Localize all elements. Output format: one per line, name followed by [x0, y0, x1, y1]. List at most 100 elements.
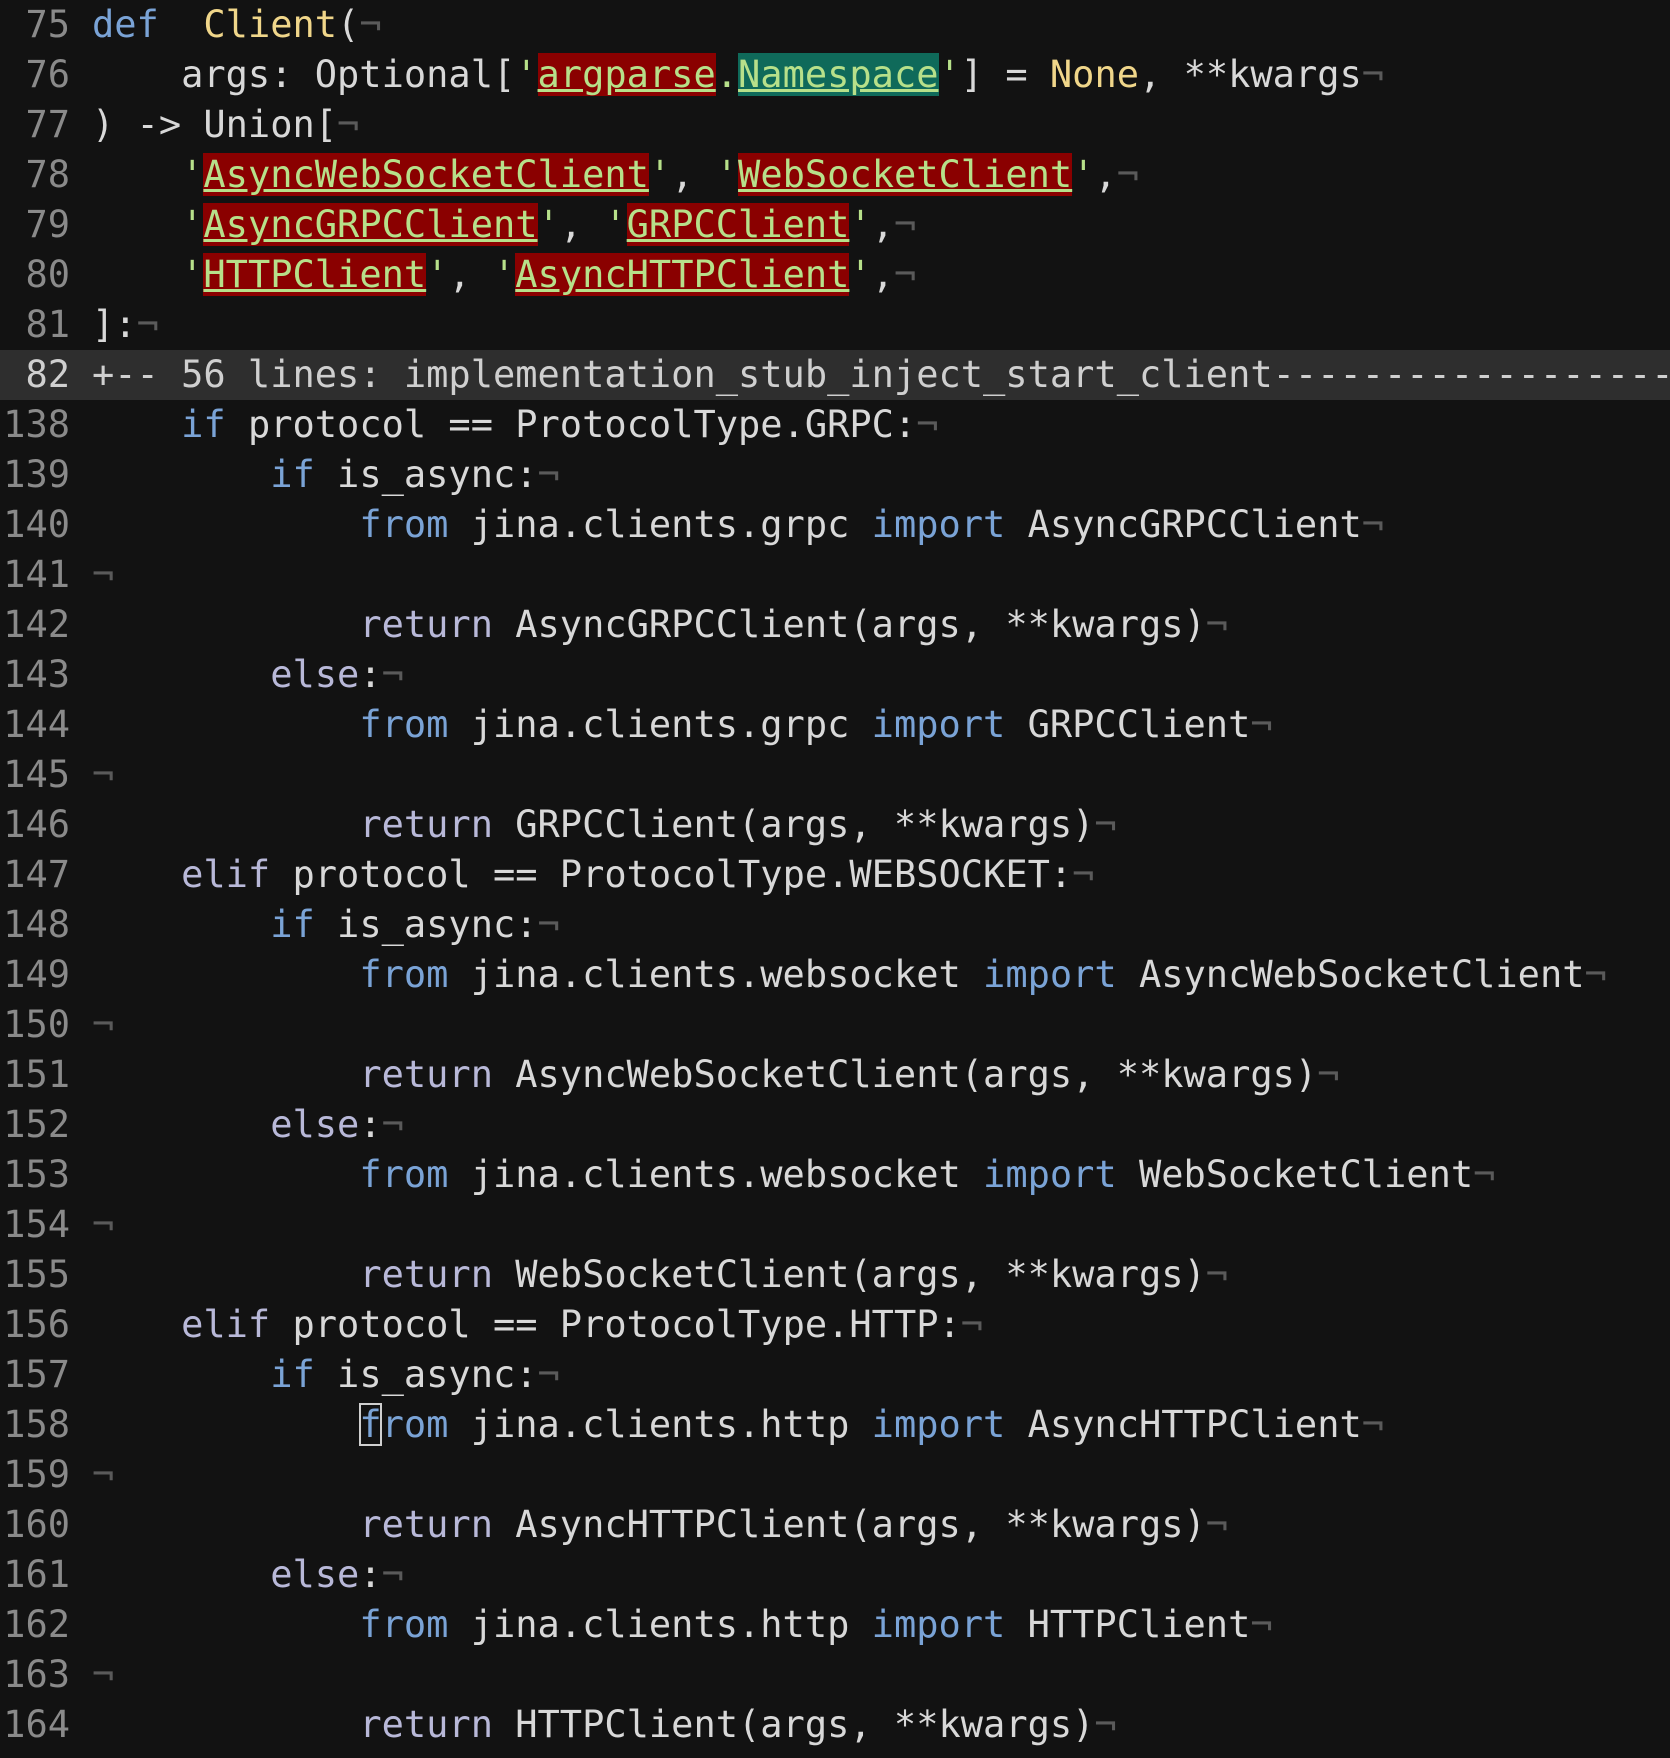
- line-number: 149: [3, 953, 70, 996]
- line-code[interactable]: return AsyncWebSocketClient(args, **kwar…: [92, 1050, 1339, 1100]
- code-line[interactable]: 148 if is_async:¬: [0, 900, 1670, 950]
- code-line[interactable]: 153 from jina.clients.websocket import W…: [0, 1150, 1670, 1200]
- eol-marker: ¬: [337, 103, 360, 146]
- lint-error-token: AsyncWebSocketClient: [203, 153, 649, 196]
- code-token: AsyncHTTPClient(args, **kwargs): [492, 1503, 1206, 1546]
- line-number: 164: [3, 1703, 70, 1746]
- line-code[interactable]: else:¬: [92, 1100, 404, 1150]
- eol-marker: ¬: [893, 203, 917, 246]
- code-line[interactable]: 162 from jina.clients.http import HTTPCl…: [0, 1600, 1670, 1650]
- line-code[interactable]: ¬: [92, 550, 114, 600]
- line-number: 75: [25, 3, 70, 46]
- code-line[interactable]: 160 return AsyncHTTPClient(args, **kwarg…: [0, 1500, 1670, 1550]
- code-token: ] =: [960, 53, 1050, 96]
- lint-error-token: AsyncHTTPClient: [515, 253, 850, 296]
- code-line[interactable]: 76 args: Optional['argparse.Namespace'] …: [0, 50, 1670, 100]
- line-code[interactable]: ]:¬: [92, 300, 159, 350]
- code-line[interactable]: 78 'AsyncWebSocketClient', 'WebSocketCli…: [0, 150, 1670, 200]
- folded-region[interactable]: 82 +-- 56 lines: implementation_stub_inje…: [0, 350, 1670, 400]
- line-number: 139: [3, 453, 70, 496]
- line-code[interactable]: return GRPCClient(args, **kwargs)¬: [92, 800, 1116, 850]
- line-code[interactable]: from jina.clients.grpc import GRPCClient…: [92, 700, 1272, 750]
- code-line[interactable]: 145 ¬: [0, 750, 1670, 800]
- line-code[interactable]: ¬: [92, 750, 114, 800]
- line-code[interactable]: ¬: [92, 1450, 114, 1500]
- line-code[interactable]: elif protocol == ProtocolType.HTTP:¬: [92, 1300, 983, 1350]
- code-line[interactable]: 157 if is_async:¬: [0, 1350, 1670, 1400]
- code-token: if: [270, 1353, 315, 1396]
- line-code[interactable]: args: Optional['argparse.Namespace'] = N…: [92, 50, 1384, 100]
- line-code[interactable]: return WebSocketClient(args, **kwargs)¬: [92, 1250, 1228, 1300]
- line-code[interactable]: if is_async:¬: [92, 900, 560, 950]
- line-code[interactable]: from jina.clients.http import HTTPClient…: [92, 1600, 1272, 1650]
- line-code[interactable]: 'AsyncGRPCClient', 'GRPCClient',¬: [92, 200, 916, 250]
- code-token: .: [715, 53, 739, 96]
- line-code[interactable]: from jina.clients.grpc import AsyncGRPCC…: [92, 500, 1384, 550]
- code-line[interactable]: 150 ¬: [0, 1000, 1670, 1050]
- line-code[interactable]: from jina.clients.http import AsyncHTTPC…: [92, 1400, 1384, 1450]
- line-number: 141: [3, 553, 70, 596]
- code-line[interactable]: 81]:¬: [0, 300, 1670, 350]
- code-line[interactable]: 141 ¬: [0, 550, 1670, 600]
- code-token: HTTPClient(args, **kwargs): [492, 1703, 1095, 1746]
- code-editor[interactable]: 75 def Client(¬ 76 args: Optional['argpars…: [0, 0, 1670, 1758]
- line-code[interactable]: else:¬: [92, 650, 404, 700]
- code-token: else: [270, 653, 360, 696]
- code-line[interactable]: 144 from jina.clients.grpc import GRPCCl…: [0, 700, 1670, 750]
- line-code[interactable]: if is_async:¬: [92, 450, 560, 500]
- code-line[interactable]: 142 return AsyncGRPCClient(args, **kwarg…: [0, 600, 1670, 650]
- line-code[interactable]: 'HTTPClient', 'AsyncHTTPClient',¬: [92, 250, 916, 300]
- line-code[interactable]: elif protocol == ProtocolType.WEBSOCKET:…: [92, 850, 1094, 900]
- line-code[interactable]: from jina.clients.websocket import WebSo…: [92, 1150, 1495, 1200]
- code-line[interactable]: 163 ¬: [0, 1650, 1670, 1700]
- line-code[interactable]: from jina.clients.websocket import Async…: [92, 950, 1606, 1000]
- code-line[interactable]: 155 return WebSocketClient(args, **kwarg…: [0, 1250, 1670, 1300]
- line-code[interactable]: ) -> Union[¬: [92, 100, 359, 150]
- code-line[interactable]: 149 from jina.clients.websocket import A…: [0, 950, 1670, 1000]
- code-line[interactable]: 77) -> Union[¬: [0, 100, 1670, 150]
- line-code[interactable]: ¬: [92, 1200, 114, 1250]
- code-line[interactable]: 151 return AsyncWebSocketClient(args, **…: [0, 1050, 1670, 1100]
- line-code[interactable]: if protocol == ProtocolType.GRPC:¬: [92, 400, 938, 450]
- line-code[interactable]: ¬: [92, 1000, 114, 1050]
- code-line[interactable]: 152 else:¬: [0, 1100, 1670, 1150]
- line-code[interactable]: else:¬: [92, 1550, 404, 1600]
- line-code[interactable]: 'AsyncWebSocketClient', 'WebSocketClient…: [92, 150, 1139, 200]
- code-token: ': [181, 203, 204, 246]
- code-token: ': [849, 203, 872, 246]
- line-code[interactable]: return AsyncHTTPClient(args, **kwargs)¬: [92, 1500, 1228, 1550]
- code-line[interactable]: 138 if protocol == ProtocolType.GRPC:¬: [0, 400, 1670, 450]
- line-code[interactable]: ¬: [92, 1650, 114, 1700]
- line-code[interactable]: if is_async:¬: [92, 1350, 560, 1400]
- code-line[interactable]: 80 'HTTPClient', 'AsyncHTTPClient',¬: [0, 250, 1670, 300]
- code-line[interactable]: 158 from jina.clients.http import AsyncH…: [0, 1400, 1670, 1450]
- code-line[interactable]: 161 else:¬: [0, 1550, 1670, 1600]
- code-line[interactable]: 139 if is_async:¬: [0, 450, 1670, 500]
- eol-marker: ¬: [92, 1453, 115, 1496]
- code-line[interactable]: 154 ¬: [0, 1200, 1670, 1250]
- line-code[interactable]: return AsyncGRPCClient(args, **kwargs)¬: [92, 600, 1228, 650]
- code-line[interactable]: 143 else:¬: [0, 650, 1670, 700]
- line-number: 140: [3, 503, 70, 546]
- code-token: ': [1072, 153, 1095, 196]
- line-number: 78: [25, 153, 70, 196]
- code-line[interactable]: 75 def Client(¬: [0, 0, 1670, 50]
- code-line[interactable]: 159 ¬: [0, 1450, 1670, 1500]
- code-token: ': [181, 253, 204, 296]
- code-token: import: [983, 1153, 1117, 1196]
- line-code[interactable]: def Client(¬: [92, 0, 382, 50]
- code-line[interactable]: 140 from jina.clients.grpc import AsyncG…: [0, 500, 1670, 550]
- code-line[interactable]: 79 'AsyncGRPCClient', 'GRPCClient',¬: [0, 200, 1670, 250]
- lint-error-token: GRPCClient: [626, 203, 850, 246]
- line-code[interactable]: +-- 56 lines: implementation_stub_inject…: [92, 350, 1670, 400]
- line-code[interactable]: return HTTPClient(args, **kwargs)¬: [92, 1700, 1116, 1750]
- code-line[interactable]: 164 return HTTPClient(args, **kwargs)¬: [0, 1700, 1670, 1750]
- code-line[interactable]: 156 elif protocol == ProtocolType.HTTP:¬: [0, 1300, 1670, 1350]
- code-line[interactable]: 146 return GRPCClient(args, **kwargs)¬: [0, 800, 1670, 850]
- code-line[interactable]: 147 elif protocol == ProtocolType.WEBSOC…: [0, 850, 1670, 900]
- code-token: ': [938, 53, 961, 96]
- code-token: ) -> Union[: [92, 103, 338, 146]
